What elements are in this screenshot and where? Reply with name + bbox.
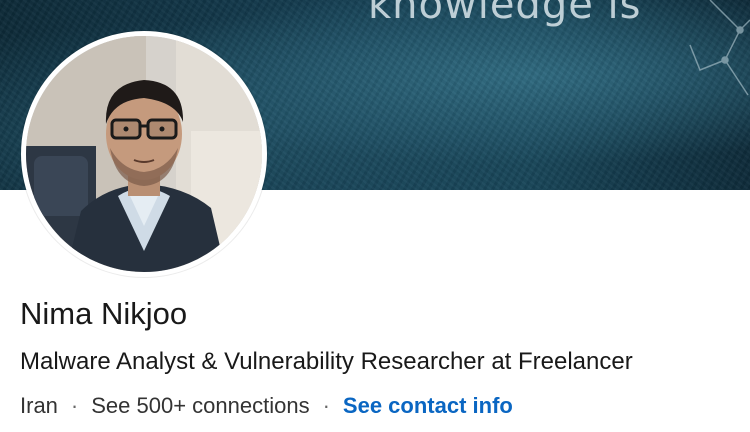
meta-separator: ·: [322, 393, 330, 418]
contact-info-link[interactable]: See contact info: [343, 391, 513, 421]
profile-avatar[interactable]: [21, 31, 267, 277]
profile-name: Nima Nikjoo: [20, 296, 188, 331]
meta-separator: ·: [70, 393, 79, 418]
cover-banner-text: knowledge is: [368, 0, 642, 28]
connections-link[interactable]: See 500+ connections: [91, 391, 309, 421]
profile-meta-row: Iran · See 500+ connections · See contac…: [20, 391, 513, 421]
avatar-photo: [26, 36, 262, 272]
cover-decoration-icon: [689, 0, 750, 96]
profile-headline: Malware Analyst & Vulnerability Research…: [20, 348, 633, 375]
profile-location: Iran: [20, 393, 58, 418]
